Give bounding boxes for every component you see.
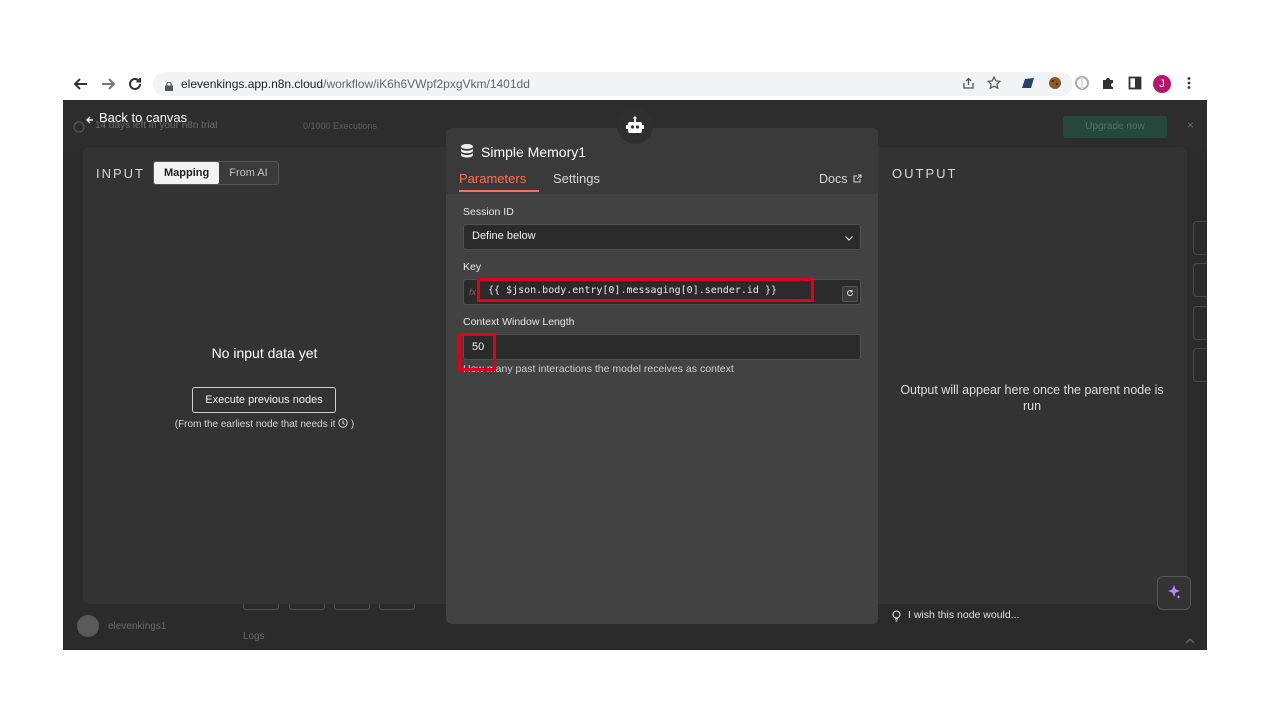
- url-host: elevenkings.app.n8n.cloud: [181, 77, 324, 91]
- session-id-label: Session ID: [463, 206, 514, 218]
- lock-icon[interactable]: [165, 78, 173, 91]
- menu-kebab-icon[interactable]: [1182, 76, 1196, 90]
- context-window-input[interactable]: 50: [463, 334, 861, 360]
- key-highlight-box: [477, 278, 814, 302]
- reload-icon[interactable]: [125, 76, 145, 96]
- tab-settings[interactable]: Settings: [553, 171, 600, 186]
- earliest-node-note-close: ): [348, 419, 355, 430]
- back-to-canvas-link[interactable]: Back to canvas: [99, 110, 187, 125]
- toggle-mapping[interactable]: Mapping: [154, 162, 220, 184]
- ai-assistant-button[interactable]: [1157, 576, 1191, 610]
- external-link-icon: [853, 172, 862, 186]
- user-name: elevenkings1: [108, 621, 167, 632]
- executions-counter: 0/1000 Executions: [303, 121, 378, 131]
- active-tab-indicator: [459, 190, 539, 192]
- close-icon[interactable]: ×: [1187, 118, 1194, 132]
- tab-parameters[interactable]: Parameters: [459, 171, 526, 186]
- puzzle-icon[interactable]: [1101, 76, 1115, 90]
- expression-fx-icon: fx: [469, 287, 477, 297]
- robot-icon: [625, 116, 645, 141]
- context-window-help: How many past interactions the model rec…: [463, 363, 734, 375]
- no-input-title: No input data yet: [211, 345, 318, 361]
- toggle-from-ai[interactable]: From AI: [219, 162, 278, 184]
- upgrade-button[interactable]: Upgrade now: [1063, 116, 1167, 138]
- database-icon: [461, 144, 473, 159]
- avatar[interactable]: [77, 615, 99, 637]
- info-icon[interactable]: [338, 418, 348, 431]
- url-path: /workflow/iK6h6VWpf2pxgVkm/1401dd: [323, 77, 530, 91]
- key-label: Key: [463, 261, 482, 273]
- node-title[interactable]: Simple Memory1: [481, 144, 586, 160]
- execute-previous-nodes-button[interactable]: Execute previous nodes: [192, 387, 336, 413]
- reset-icon: [846, 289, 854, 299]
- context-window-label: Context Window Length: [463, 316, 575, 328]
- docs-link[interactable]: Docs: [819, 172, 862, 186]
- trial-clock-icon: [73, 120, 85, 138]
- reset-value-button[interactable]: [842, 286, 858, 302]
- star-icon[interactable]: [986, 75, 1002, 90]
- forward-arrow-icon[interactable]: [98, 76, 118, 96]
- input-panel: INPUT Mapping From AI No input data yet …: [83, 147, 466, 604]
- address-bar[interactable]: elevenkings.app.n8n.cloud/workflow/iK6h6…: [153, 72, 1073, 96]
- lightbulb-icon: [892, 609, 901, 627]
- chevron-down-icon: [844, 230, 854, 241]
- earliest-node-note-text: (From the earliest node that needs it: [174, 419, 336, 430]
- url-text: elevenkings.app.n8n.cloud/workflow/iK6h6…: [181, 77, 530, 91]
- canvas-control[interactable]: [1193, 221, 1207, 255]
- ai-node-badge: [617, 108, 653, 144]
- session-id-select[interactable]: Define below: [463, 224, 861, 250]
- session-id-value: Define below: [472, 230, 536, 242]
- node-config-dialog: Simple Memory1 Parameters Settings Docs …: [446, 108, 878, 624]
- mapping-mode-toggle[interactable]: Mapping From AI: [153, 161, 279, 185]
- input-panel-title: INPUT: [96, 166, 145, 181]
- canvas-control[interactable]: [1193, 306, 1207, 340]
- browser-toolbar: elevenkings.app.n8n.cloud/workflow/iK6h6…: [63, 68, 1207, 100]
- n8n-app: 14 days left in your n8n trial 0/1000 Ex…: [63, 100, 1207, 650]
- context-value-highlight-box: [458, 333, 496, 371]
- cookie-icon[interactable]: [1048, 76, 1062, 90]
- canvas-control[interactable]: [1193, 348, 1207, 382]
- canvas-control[interactable]: [1193, 263, 1207, 297]
- back-arrow-icon[interactable]: [71, 76, 91, 96]
- output-panel: OUTPUT Output will appear here once the …: [877, 147, 1187, 604]
- extension-icon[interactable]: [1075, 76, 1089, 90]
- sparkle-icon: [1166, 584, 1182, 601]
- side-panel-icon[interactable]: [1128, 76, 1142, 90]
- profile-avatar[interactable]: J: [1153, 75, 1171, 93]
- back-arrow-icon[interactable]: [85, 112, 95, 130]
- chevron-up-icon[interactable]: [1185, 632, 1195, 650]
- extension-icon[interactable]: [1021, 76, 1035, 90]
- feedback-link[interactable]: I wish this node would...: [908, 609, 1019, 621]
- logs-panel-toggle[interactable]: Logs: [243, 631, 265, 642]
- docs-link-label: Docs: [819, 172, 848, 186]
- earliest-node-note: (From the earliest node that needs it ): [83, 418, 446, 431]
- output-panel-title: OUTPUT: [892, 166, 958, 181]
- node-dialog-header: Simple Memory1 Parameters Settings Docs: [446, 128, 878, 194]
- share-icon[interactable]: [961, 77, 975, 91]
- output-empty-message: Output will appear here once the parent …: [900, 383, 1164, 413]
